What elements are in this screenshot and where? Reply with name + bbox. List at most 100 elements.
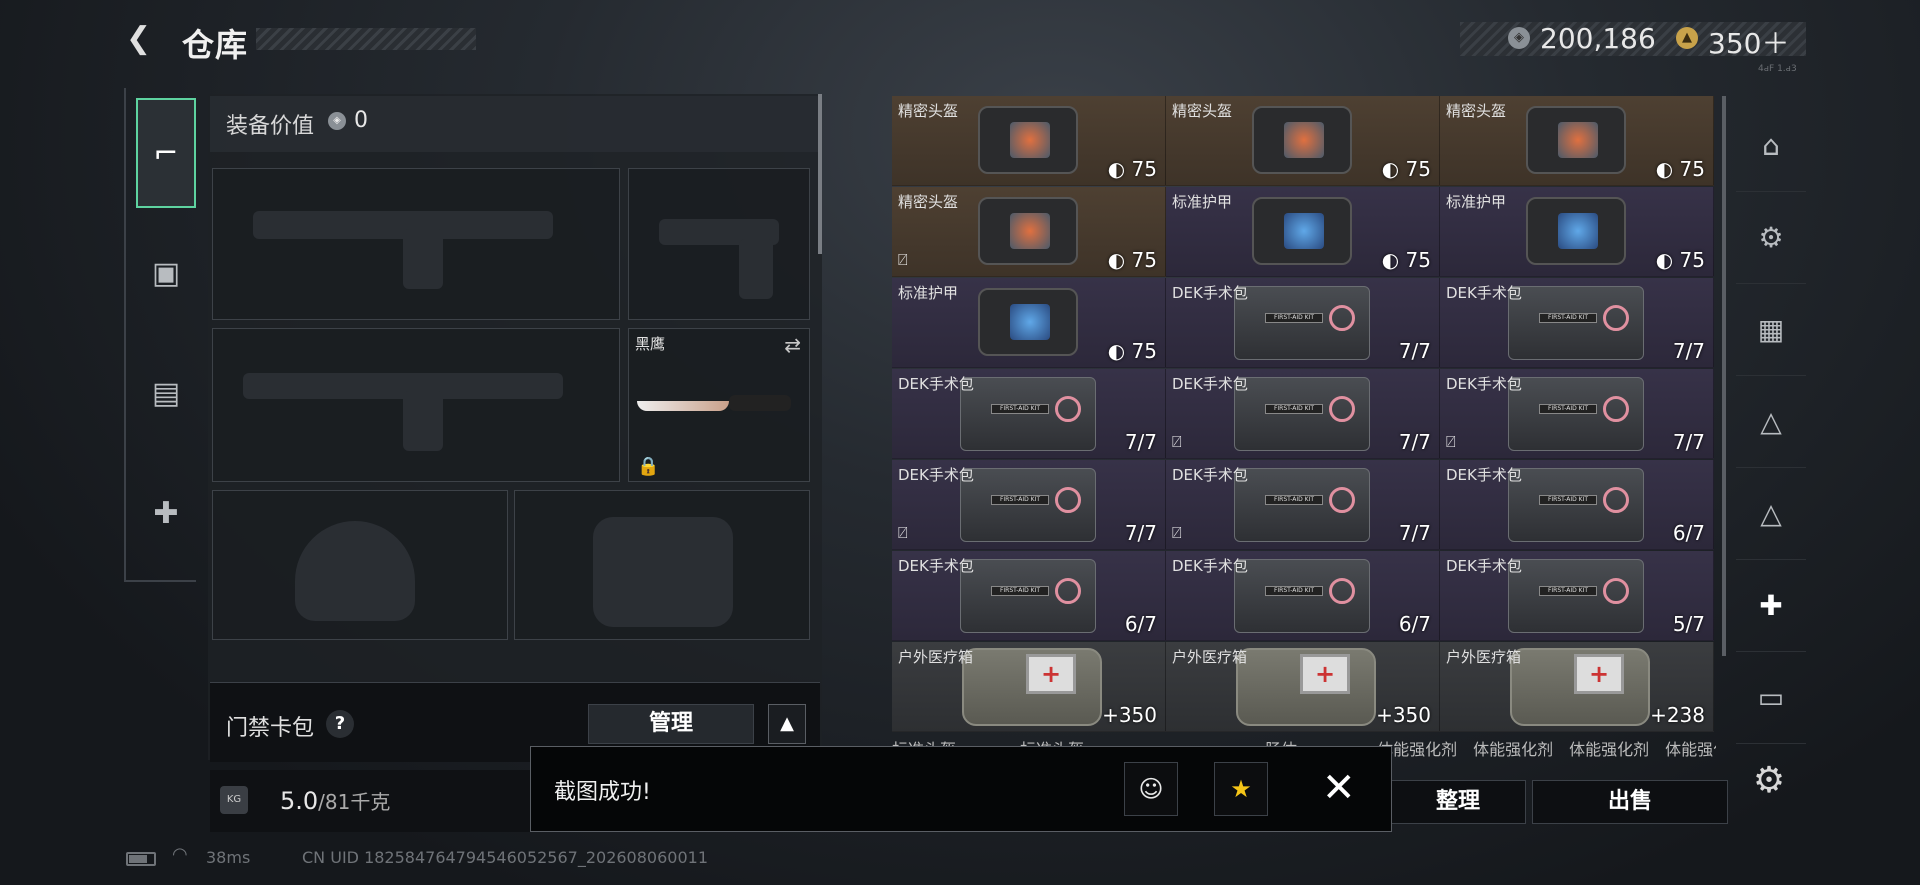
version-text: 4ԁF 1.ԁ3	[1758, 64, 1797, 74]
item-name: DEK手术包	[1172, 557, 1248, 575]
help-icon[interactable]: ?	[326, 710, 354, 738]
tier4-gear-icon[interactable]: ⚙	[1736, 192, 1806, 284]
surgical-kit-icon: FIRST-AID KIT	[1234, 286, 1370, 360]
armor-slot[interactable]	[514, 490, 810, 640]
inventory-item[interactable]: FIRST-AID KIT DEK手术包 6/7	[1440, 460, 1714, 550]
inventory-item[interactable]: 精密头盔 ◐ 75	[1440, 96, 1714, 186]
close-icon[interactable]: ✕	[1322, 766, 1356, 810]
medical-box-icon: +	[1236, 648, 1376, 726]
pistol-grip-silhouette	[739, 239, 773, 299]
item-value: ◐ 75	[1107, 248, 1157, 272]
item-name: DEK手术包	[1446, 466, 1522, 484]
item-name: 户外医疗箱	[898, 648, 974, 666]
inventory-item[interactable]: FIRST-AID KIT DEK手术包 6/7	[892, 551, 1166, 641]
inventory-item[interactable]: 精密头盔 ◐ 75	[892, 96, 1166, 186]
swap-icon[interactable]: ⇄	[784, 333, 801, 357]
inventory-item[interactable]: FIRST-AID KIT DEK手术包 7/7 ⍁	[1166, 369, 1440, 459]
silver-coin-icon: ◈	[1508, 27, 1530, 49]
item-name: 精密头盔	[898, 102, 959, 120]
manage-button[interactable]: 管理	[588, 704, 754, 744]
inventory-item[interactable]: FIRST-AID KIT DEK手术包 7/7	[1166, 278, 1440, 368]
item-name: 标准护甲	[898, 284, 959, 302]
chevron-up-icon[interactable]: ▲	[768, 704, 806, 744]
inventory-item[interactable]: FIRST-AID KIT DEK手术包 7/7 ⍁	[1440, 369, 1714, 459]
knife-handle-icon	[729, 395, 791, 411]
inventory-item[interactable]: FIRST-AID KIT DEK手术包 7/7 ⍁	[1166, 460, 1440, 550]
inventory-item[interactable]: 标准护甲 ◐ 75	[892, 278, 1166, 368]
inventory-item[interactable]: + 户外医疗箱 +238	[1440, 642, 1714, 732]
rifle-mag-silhouette	[403, 229, 443, 289]
item-value: ◐ 75	[1655, 157, 1705, 181]
item-name: 精密头盔	[898, 193, 959, 211]
item-value: 7/7	[1124, 521, 1157, 545]
item-name: 户外医疗箱	[1172, 648, 1248, 666]
item-value: +238	[1650, 703, 1705, 727]
item-name: DEK手术包	[1172, 375, 1248, 393]
equipment-value-label: 装备价值	[226, 114, 315, 139]
inventory-item[interactable]: + 户外医疗箱 +350	[892, 642, 1166, 732]
insured-mark-icon: ⍁	[1172, 523, 1182, 542]
inventory-item[interactable]: + 户外医疗箱 +350	[1166, 642, 1440, 732]
weight-icon: KG	[220, 786, 248, 814]
item-value: +350	[1102, 703, 1157, 727]
surgical-kit-icon: FIRST-AID KIT	[1234, 559, 1370, 633]
helmet-slot[interactable]	[212, 490, 508, 640]
title-stripe-decoration	[256, 28, 476, 50]
weight-max: /81千克	[318, 790, 391, 814]
surgical-kit-icon: FIRST-AID KIT	[1508, 286, 1644, 360]
item-value: ◐ 75	[1381, 157, 1431, 181]
inventory-item[interactable]: FIRST-AID KIT DEK手术包 7/7 ⍁	[892, 460, 1166, 550]
primary-weapon-slot[interactable]	[212, 168, 620, 320]
medkit-icon[interactable]: ✚	[136, 458, 196, 568]
tier4-folder-icon[interactable]: ▦	[1736, 284, 1806, 376]
scrollbar[interactable]	[818, 94, 822, 254]
item-value: 7/7	[1398, 521, 1431, 545]
melee-slot[interactable]: 黑鹰 ⇄ 🔒	[628, 328, 810, 482]
item-value: 7/7	[1672, 430, 1705, 454]
inventory-item[interactable]: FIRST-AID KIT DEK手术包 5/7	[1440, 551, 1714, 641]
currency2-amount[interactable]: 350＋	[1708, 22, 1789, 62]
scrollbar[interactable]	[1722, 96, 1726, 656]
pistol-icon[interactable]: ⌐	[136, 98, 196, 208]
item-name: 标准护甲	[1446, 193, 1507, 211]
inventory-item[interactable]: FIRST-AID KIT DEK手术包 7/7	[892, 369, 1166, 459]
inventory-item[interactable]: 精密头盔 ◐ 75 ⍁	[892, 187, 1166, 277]
tier4-medkit-icon[interactable]: ✚	[1736, 560, 1806, 652]
surgical-kit-icon: FIRST-AID KIT	[1234, 377, 1370, 451]
item-value: 6/7	[1672, 521, 1705, 545]
vest-icon[interactable]: ▤	[136, 338, 196, 448]
helmet-item-icon	[1252, 106, 1352, 174]
surgical-kit-icon: FIRST-AID KIT	[1508, 468, 1644, 542]
tier3-gear-icon[interactable]: △	[1736, 376, 1806, 468]
secondary-weapon-slot[interactable]	[212, 328, 620, 482]
currency1-amount: 200,186	[1540, 22, 1656, 55]
item-name: DEK手术包	[898, 557, 974, 575]
insured-mark-icon: ⍁	[898, 523, 908, 542]
backpack-icon[interactable]: ▣	[136, 218, 196, 328]
inventory-item[interactable]: 标准护甲 ◐ 75	[1166, 187, 1440, 277]
back-arrow-icon[interactable]: ❮	[126, 22, 160, 56]
item-value: 5/7	[1672, 612, 1705, 636]
item-value: 7/7	[1398, 430, 1431, 454]
qzone-share-icon[interactable]: ★	[1214, 762, 1268, 816]
organize-button[interactable]: 整理	[1390, 780, 1526, 824]
pistol-slot[interactable]	[628, 168, 810, 320]
inventory-item[interactable]: 标准护甲 ◐ 75	[1440, 187, 1714, 277]
inventory-item[interactable]: FIRST-AID KIT DEK手术包 6/7	[1166, 551, 1440, 641]
item-value: 7/7	[1672, 339, 1705, 363]
weight-readout: 5.0/81千克	[280, 786, 390, 815]
settings-gear-icon[interactable]: ⚙	[1744, 760, 1794, 810]
surgical-kit-icon: FIRST-AID KIT	[960, 468, 1096, 542]
armor-item-icon	[978, 288, 1078, 356]
weight-value: 5.0	[280, 787, 319, 815]
tier4-misc-icon[interactable]: ▭	[1736, 652, 1806, 744]
safe-icon[interactable]: ⌂	[1736, 100, 1806, 192]
surgical-kit-icon: FIRST-AID KIT	[1508, 559, 1644, 633]
inventory-item[interactable]: 精密头盔 ◐ 75	[1166, 96, 1440, 186]
inventory-item[interactable]: FIRST-AID KIT DEK手术包 7/7	[1440, 278, 1714, 368]
item-value: ◐ 75	[1381, 248, 1431, 272]
tier3-chip-icon[interactable]: △	[1736, 468, 1806, 560]
sell-button[interactable]: 出售	[1532, 780, 1728, 824]
surgical-kit-icon: FIRST-AID KIT	[1508, 377, 1644, 451]
qq-share-icon[interactable]: ☺	[1124, 762, 1178, 816]
